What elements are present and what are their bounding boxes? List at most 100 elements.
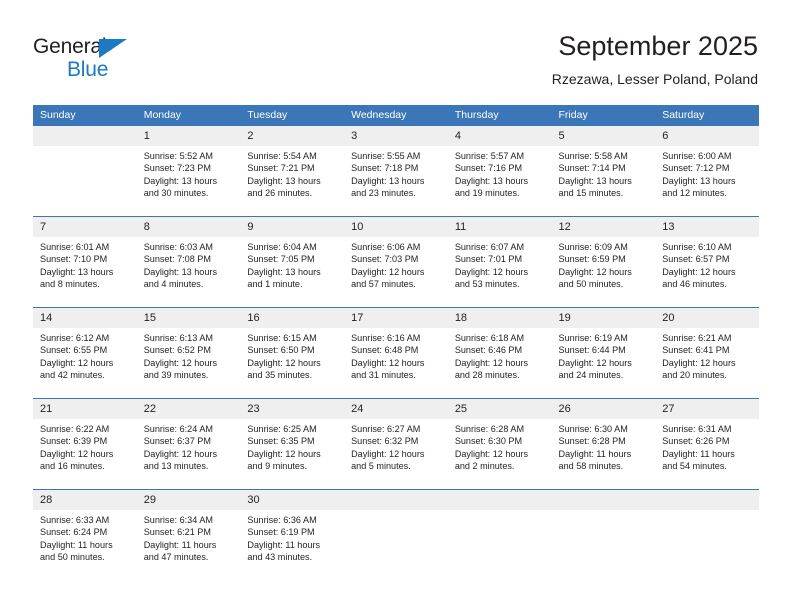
day-number[interactable]: 22 [136, 399, 241, 419]
day-number[interactable]: 2 [240, 126, 345, 146]
day-cell[interactable]: Sunrise: 6:00 AM Sunset: 7:12 PM Dayligh… [655, 146, 759, 216]
sunrise-text: Sunrise: 6:19 AM [558, 333, 628, 343]
day-cell[interactable]: Sunrise: 5:58 AM Sunset: 7:14 PM Dayligh… [551, 146, 656, 216]
day-cell[interactable]: Sunrise: 6:15 AM Sunset: 6:50 PM Dayligh… [240, 328, 345, 398]
daylight-text: Daylight: 11 hours [143, 539, 217, 550]
day-cell[interactable]: Sunrise: 6:30 AM Sunset: 6:28 PM Dayligh… [551, 419, 656, 489]
daylight-text: Daylight: 11 hours [662, 448, 735, 459]
day-cell[interactable]: Sunrise: 6:18 AM Sunset: 6:46 PM Dayligh… [447, 328, 552, 398]
day-number[interactable]: 8 [136, 217, 241, 237]
day-number[interactable] [33, 126, 137, 146]
day-cell[interactable]: Sunrise: 6:28 AM Sunset: 6:30 PM Dayligh… [447, 419, 552, 489]
sunrise-text: Sunrise: 6:06 AM [351, 242, 421, 252]
daylight-text-cont: and 9 minutes. [247, 460, 308, 471]
day-number[interactable]: 9 [240, 217, 345, 237]
day-cell[interactable]: Sunrise: 5:55 AM Sunset: 7:18 PM Dayligh… [344, 146, 448, 216]
daylight-text: Daylight: 12 hours [662, 266, 736, 277]
day-number[interactable]: 21 [33, 399, 137, 419]
day-number[interactable]: 28 [33, 490, 137, 510]
day-number[interactable]: 13 [655, 217, 759, 237]
sunrise-text: Sunrise: 5:57 AM [454, 151, 525, 161]
weekday-header-wednesday: Wednesday [344, 105, 448, 126]
day-number[interactable]: 14 [33, 308, 137, 328]
daylight-text-cont: and 42 minutes. [40, 369, 105, 380]
daylight-text: Daylight: 12 hours [40, 357, 114, 368]
sunrise-text: Sunrise: 5:58 AM [558, 151, 628, 161]
day-cell[interactable]: Sunrise: 6:24 AM Sunset: 6:37 PM Dayligh… [136, 419, 241, 489]
day-number[interactable]: 23 [240, 399, 345, 419]
brand-name-general-text: General [33, 35, 107, 58]
day-number[interactable]: 7 [33, 217, 137, 237]
day-cell[interactable]: Sunrise: 6:04 AM Sunset: 7:05 PM Dayligh… [240, 237, 345, 307]
day-cell[interactable]: Sunrise: 6:25 AM Sunset: 6:35 PM Dayligh… [240, 419, 345, 489]
day-number[interactable]: 11 [447, 217, 552, 237]
day-cell[interactable]: Sunrise: 6:34 AM Sunset: 6:21 PM Dayligh… [136, 510, 241, 580]
week-row-daynums: 7 8 9 10 11 12 13 [33, 217, 759, 237]
brand-name-general: General [33, 36, 203, 59]
daylight-text-cont: and 23 minutes. [351, 187, 416, 198]
day-number[interactable]: 18 [447, 308, 552, 328]
day-cell[interactable]: Sunrise: 6:36 AM Sunset: 6:19 PM Dayligh… [240, 510, 345, 580]
day-cell[interactable]: Sunrise: 6:09 AM Sunset: 6:59 PM Dayligh… [551, 237, 656, 307]
sunset-text: Sunset: 6:37 PM [143, 436, 211, 447]
day-cell[interactable]: Sunrise: 6:31 AM Sunset: 6:26 PM Dayligh… [655, 419, 759, 489]
day-cell[interactable]: Sunrise: 6:33 AM Sunset: 6:24 PM Dayligh… [33, 510, 137, 580]
day-number[interactable]: 1 [136, 126, 241, 146]
day-number[interactable]: 4 [447, 126, 552, 146]
calendar-body: 1 2 3 4 5 6 Sunrise: 5:52 AM Sunset: 7:2… [33, 126, 759, 580]
day-cell[interactable]: Sunrise: 5:52 AM Sunset: 7:23 PM Dayligh… [136, 146, 241, 216]
day-number[interactable]: 6 [655, 126, 759, 146]
day-number[interactable]: 24 [344, 399, 448, 419]
day-number[interactable]: 5 [551, 126, 656, 146]
day-cell[interactable]: Sunrise: 6:21 AM Sunset: 6:41 PM Dayligh… [655, 328, 759, 398]
day-number[interactable]: 15 [136, 308, 241, 328]
day-number[interactable]: 3 [344, 126, 448, 146]
daylight-text-cont: and 50 minutes. [558, 278, 624, 289]
day-cell[interactable]: Sunrise: 5:57 AM Sunset: 7:16 PM Dayligh… [447, 146, 552, 216]
day-cell[interactable]: Sunrise: 6:01 AM Sunset: 7:10 PM Dayligh… [33, 237, 137, 307]
weekday-header-sunday: Sunday [33, 105, 137, 126]
sunrise-text: Sunrise: 5:52 AM [143, 151, 213, 161]
sunset-text: Sunset: 6:26 PM [662, 436, 730, 447]
day-cell[interactable]: Sunrise: 6:12 AM Sunset: 6:55 PM Dayligh… [33, 328, 137, 398]
day-number[interactable]: 17 [344, 308, 448, 328]
daylight-text: Daylight: 12 hours [351, 448, 425, 459]
sunset-text: Sunset: 7:21 PM [247, 163, 315, 174]
sunrise-text: Sunrise: 6:25 AM [247, 424, 317, 434]
day-number[interactable]: 16 [240, 308, 345, 328]
day-cell[interactable]: Sunrise: 6:10 AM Sunset: 6:57 PM Dayligh… [655, 237, 759, 307]
day-cell[interactable]: Sunrise: 6:16 AM Sunset: 6:48 PM Dayligh… [344, 328, 448, 398]
day-number[interactable]: 12 [551, 217, 656, 237]
day-cell[interactable]: Sunrise: 6:22 AM Sunset: 6:39 PM Dayligh… [33, 419, 137, 489]
sunset-text: Sunset: 6:57 PM [662, 254, 730, 265]
day-number[interactable]: 27 [655, 399, 759, 419]
sunrise-text: Sunrise: 6:30 AM [558, 424, 628, 434]
sunrise-text: Sunrise: 6:09 AM [558, 242, 628, 252]
day-number[interactable]: 10 [344, 217, 448, 237]
day-number[interactable]: 20 [655, 308, 759, 328]
sunrise-text: Sunrise: 6:01 AM [40, 242, 110, 252]
calendar-header-row: Sunday Monday Tuesday Wednesday Thursday… [33, 105, 759, 126]
day-cell[interactable]: Sunrise: 6:19 AM Sunset: 6:44 PM Dayligh… [551, 328, 656, 398]
weekday-header-thursday: Thursday [447, 105, 552, 126]
day-cell[interactable]: Sunrise: 6:06 AM Sunset: 7:03 PM Dayligh… [344, 237, 448, 307]
day-cell[interactable]: Sunrise: 5:54 AM Sunset: 7:21 PM Dayligh… [240, 146, 345, 216]
daylight-text: Daylight: 12 hours [40, 448, 114, 459]
sunrise-text: Sunrise: 6:07 AM [454, 242, 525, 252]
day-number[interactable]: 30 [240, 490, 345, 510]
day-number[interactable]: 26 [551, 399, 656, 419]
daylight-text-cont: and 5 minutes. [351, 460, 411, 471]
day-number[interactable]: 19 [551, 308, 656, 328]
day-cell[interactable]: Sunrise: 6:07 AM Sunset: 7:01 PM Dayligh… [447, 237, 552, 307]
day-cell[interactable] [33, 146, 137, 216]
brand-logo[interactable]: General Blue [33, 36, 203, 84]
calendar-table: Sunday Monday Tuesday Wednesday Thursday… [33, 105, 759, 580]
day-number[interactable]: 29 [136, 490, 241, 510]
daylight-text-cont: and 24 minutes. [558, 369, 624, 380]
daylight-text-cont: and 28 minutes. [454, 369, 520, 380]
calendar-page: General Blue September 2025 Rzezawa, Les… [0, 0, 792, 612]
day-cell[interactable]: Sunrise: 6:13 AM Sunset: 6:52 PM Dayligh… [136, 328, 241, 398]
day-cell[interactable]: Sunrise: 6:27 AM Sunset: 6:32 PM Dayligh… [344, 419, 448, 489]
day-cell[interactable]: Sunrise: 6:03 AM Sunset: 7:08 PM Dayligh… [136, 237, 241, 307]
day-number[interactable]: 25 [447, 399, 552, 419]
